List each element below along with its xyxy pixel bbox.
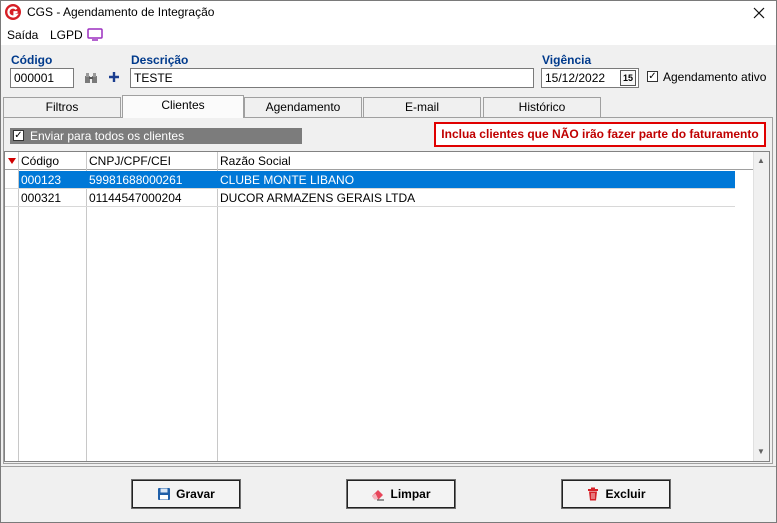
codigo-label: Código <box>11 53 53 67</box>
cell-razao-social: CLUBE MONTE LIBANO <box>220 173 355 187</box>
table-row[interactable]: 000123 59981688000261 CLUBE MONTE LIBANO <box>19 171 735 189</box>
menu-lgpd[interactable]: LGPD <box>50 28 83 42</box>
tab-agendamento[interactable]: Agendamento <box>244 97 362 117</box>
excluir-label: Excluir <box>605 487 646 501</box>
enviar-todos-label: Enviar para todos os clientes <box>30 129 185 143</box>
tab-clientes[interactable]: Clientes <box>122 95 244 118</box>
column-header-razao-social[interactable]: Razão Social <box>220 154 291 168</box>
row-divider <box>5 206 735 207</box>
agendamento-ativo-checkbox[interactable]: ✓ <box>647 71 658 82</box>
cell-cnpj: 59981688000261 <box>89 173 183 187</box>
floppy-disk-icon <box>158 488 171 500</box>
tab-historico[interactable]: Histórico <box>483 97 601 117</box>
enviar-todos-checkbox[interactable]: ✓ <box>13 130 24 141</box>
close-icon <box>753 7 765 19</box>
monitor-icon[interactable] <box>87 28 103 41</box>
trash-icon <box>588 487 599 501</box>
vigencia-label: Vigência <box>542 53 592 67</box>
cell-codigo: 000123 <box>21 173 62 187</box>
close-button[interactable] <box>742 1 776 25</box>
agendamento-ativo-label: Agendamento ativo <box>663 70 767 84</box>
limpar-label: Limpar <box>390 487 431 501</box>
column-header-cnpj[interactable]: CNPJ/CPF/CEI <box>89 154 171 168</box>
plus-icon[interactable] <box>108 71 120 83</box>
binoculars-icon[interactable] <box>84 72 98 84</box>
scroll-down-icon[interactable]: ▼ <box>753 444 769 460</box>
scroll-up-icon[interactable]: ▲ <box>753 153 769 169</box>
window-title: CGS - Agendamento de Integração <box>27 5 215 19</box>
cell-cnpj: 01144547000204 <box>89 191 182 205</box>
table-row[interactable]: 000321 01144547000204 DUCOR ARMAZENS GER… <box>19 189 735 207</box>
tab-email[interactable]: E-mail <box>363 97 481 117</box>
menu-bar <box>1 25 776 45</box>
tab-filtros[interactable]: Filtros <box>3 97 121 117</box>
descricao-label: Descrição <box>131 53 189 67</box>
gravar-button[interactable]: Gravar <box>131 479 241 509</box>
cell-razao-social: DUCOR ARMAZENS GERAIS LTDA <box>220 191 416 205</box>
cell-codigo: 000321 <box>21 191 62 205</box>
calendar-icon[interactable]: 15 <box>620 70 636 86</box>
eraser-icon <box>372 490 385 501</box>
descricao-input[interactable]: TESTE <box>130 68 534 88</box>
limpar-button[interactable]: Limpar <box>346 479 456 509</box>
sort-indicator-icon <box>8 158 16 164</box>
cgs-logo-icon <box>5 4 21 20</box>
vertical-scrollbar[interactable] <box>753 152 769 461</box>
notice-banner: Inclua clientes que NÃO irão fazer parte… <box>434 122 766 147</box>
column-header-codigo[interactable]: Código <box>21 154 59 168</box>
codigo-input[interactable]: 000001 <box>10 68 74 88</box>
menu-saida[interactable]: Saída <box>7 28 38 42</box>
excluir-button[interactable]: Excluir <box>561 479 671 509</box>
footer-divider <box>1 466 776 467</box>
gravar-label: Gravar <box>176 487 215 501</box>
